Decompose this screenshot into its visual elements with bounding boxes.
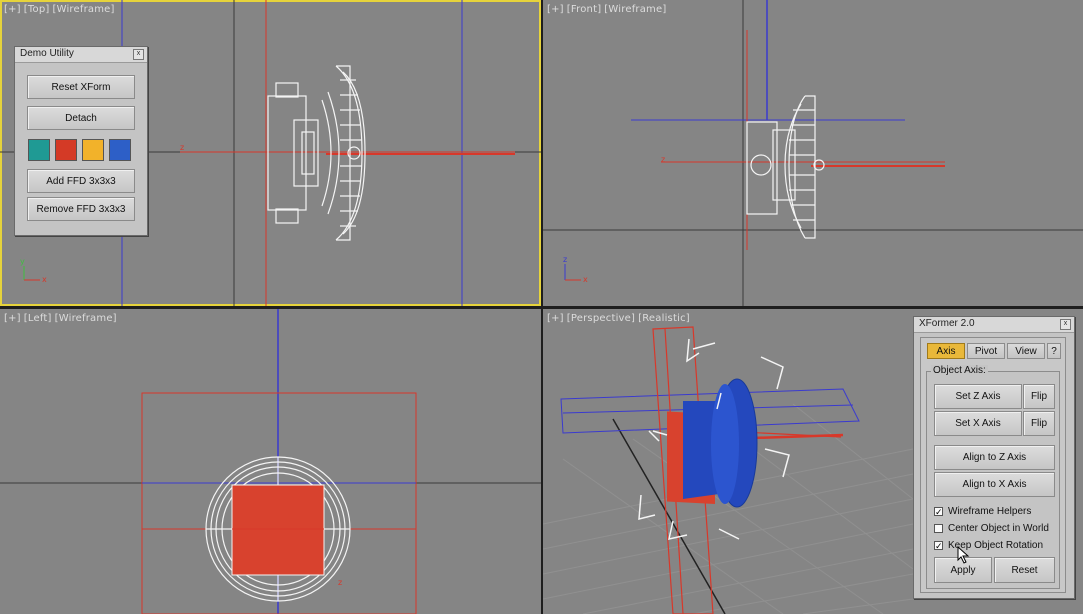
- viewport-front-scene: z z x: [543, 0, 1083, 306]
- xformer-body: Axis Pivot View ? Object Axis: Set Z Axi…: [920, 337, 1066, 593]
- viewport-front[interactable]: [+] [Front] [Wireframe] z z x: [543, 0, 1083, 306]
- object-axis-group: Object Axis: Set Z Axis Flip Set X Axis …: [926, 365, 1060, 589]
- svg-text:x: x: [583, 275, 588, 284]
- set-z-axis-button[interactable]: Set Z Axis: [934, 384, 1022, 409]
- svg-text:y: y: [20, 257, 25, 266]
- color-swatch-yellow[interactable]: [82, 139, 104, 161]
- svg-text:z: z: [338, 578, 342, 587]
- viewport-left-label[interactable]: [+] [Left] [Wireframe]: [4, 313, 120, 324]
- tab-help[interactable]: ?: [1047, 343, 1061, 359]
- color-swatch-blue[interactable]: [109, 139, 131, 161]
- center-object-checkbox[interactable]: Center Object in World: [934, 523, 1049, 534]
- detach-button[interactable]: Detach: [27, 106, 135, 130]
- align-z-axis-button[interactable]: Align to Z Axis: [934, 445, 1055, 470]
- align-x-axis-button[interactable]: Align to X Axis: [934, 472, 1055, 497]
- viewport-left[interactable]: [+] [Left] [Wireframe] z: [0, 309, 541, 614]
- svg-text:z: z: [661, 155, 665, 164]
- viewport-top-label[interactable]: [+] [Top] [Wireframe]: [4, 4, 118, 15]
- keep-rotation-checkbox[interactable]: ✓ Keep Object Rotation: [934, 540, 1043, 551]
- color-swatch-red[interactable]: [55, 139, 77, 161]
- viewport-perspective-label[interactable]: [+] [Perspective] [Realistic]: [547, 313, 693, 324]
- tab-view[interactable]: View: [1007, 343, 1045, 359]
- wireframe-helpers-checkbox[interactable]: ✓ Wireframe Helpers: [934, 506, 1031, 517]
- color-swatch-teal[interactable]: [28, 139, 50, 161]
- add-ffd-button[interactable]: Add FFD 3x3x3: [27, 169, 135, 193]
- flip-x-button[interactable]: Flip: [1023, 411, 1055, 436]
- close-icon[interactable]: x: [1060, 319, 1071, 330]
- viewport-front-label[interactable]: [+] [Front] [Wireframe]: [547, 4, 669, 15]
- remove-ffd-button[interactable]: Remove FFD 3x3x3: [27, 197, 135, 221]
- reset-button[interactable]: Reset: [994, 557, 1055, 583]
- tab-axis[interactable]: Axis: [927, 343, 965, 359]
- svg-text:z: z: [563, 255, 567, 264]
- close-icon[interactable]: x: [133, 49, 144, 60]
- demo-utility-panel: Demo Utility x Reset XForm Detach Add FF…: [14, 46, 148, 236]
- tab-pivot[interactable]: Pivot: [967, 343, 1005, 359]
- mouse-cursor-icon: [957, 546, 970, 564]
- demo-utility-title-bar[interactable]: Demo Utility x: [15, 47, 147, 63]
- viewport-left-scene: z: [0, 309, 541, 614]
- checkbox-box[interactable]: ✓: [934, 541, 943, 551]
- checkbox-box[interactable]: ✓: [934, 507, 943, 517]
- set-x-axis-button[interactable]: Set X Axis: [934, 411, 1022, 436]
- reset-xform-button[interactable]: Reset XForm: [27, 75, 135, 99]
- object-axis-label: Object Axis:: [931, 365, 988, 376]
- xformer-panel: XFormer 2.0 x Axis Pivot View ? Object A…: [913, 316, 1075, 599]
- checkbox-box[interactable]: [934, 524, 943, 533]
- xformer-title: XFormer 2.0: [919, 318, 975, 329]
- svg-text:x: x: [42, 275, 47, 284]
- flip-z-button[interactable]: Flip: [1023, 384, 1055, 409]
- xformer-title-bar[interactable]: XFormer 2.0 x: [914, 317, 1074, 333]
- svg-text:z: z: [180, 143, 184, 152]
- demo-utility-title: Demo Utility: [20, 48, 74, 59]
